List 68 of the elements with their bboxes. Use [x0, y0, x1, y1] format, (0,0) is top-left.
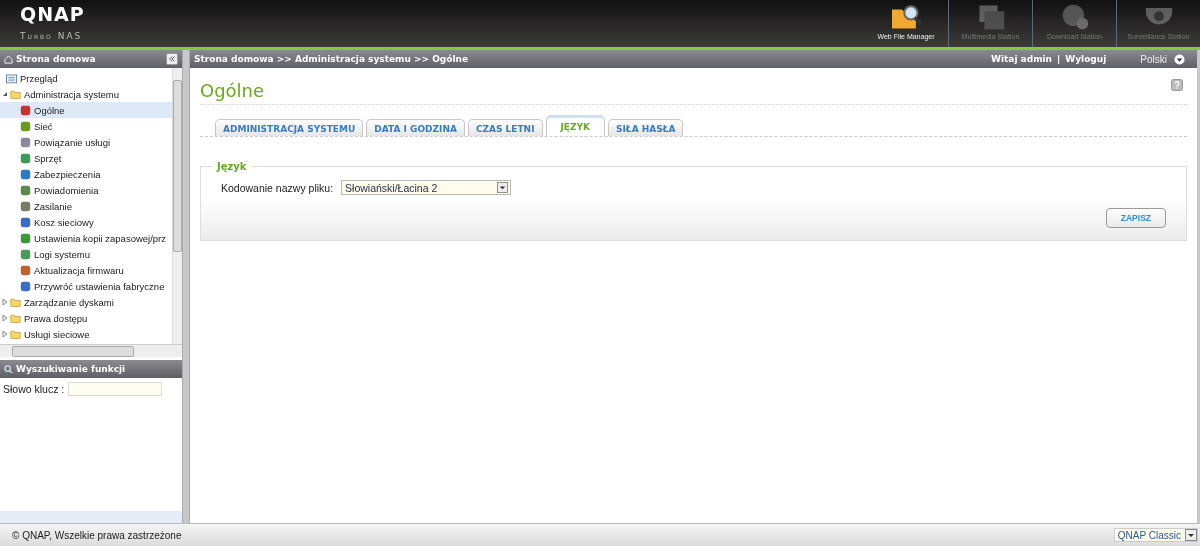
folder-magnifier-icon [889, 3, 923, 31]
expanded-triangle-icon [2, 91, 8, 97]
horizontal-scrollbar[interactable] [0, 345, 182, 357]
tab[interactable]: CZAS LETNI [467, 119, 543, 136]
double-chevron-icon [168, 55, 176, 63]
tree-item[interactable]: Prawa dostępu [0, 310, 172, 326]
copyright-text: © QNAP, Wszelkie prawa zastrzeżone [12, 529, 182, 541]
breadcrumb: Strona domowa >> Administracja systemu >> Ogólne [194, 54, 469, 64]
house-icon [4, 54, 13, 64]
settings-tile-icon [20, 120, 31, 132]
tree-item[interactable]: Ustawienia kopii zapasowej/prz [0, 230, 172, 246]
tab[interactable]: ADMINISTRACJA SYSTEMU [215, 119, 364, 136]
settings-tile-icon [20, 280, 31, 292]
tree-item[interactable]: Zabezpieczenia [0, 166, 172, 182]
help-icon [1171, 78, 1183, 91]
collapsed-triangle-icon [2, 315, 8, 321]
tree-item[interactable]: Zarządzanie dyskami [0, 294, 172, 310]
tree-item[interactable]: Przegląd [0, 70, 172, 86]
collapsed-triangle-icon [2, 299, 8, 305]
logo-text: QNAP [20, 3, 85, 25]
sidebar-title: Strona domowa [16, 54, 96, 64]
settings-tile-icon [20, 168, 31, 180]
folder-icon [10, 312, 21, 324]
settings-tile-icon [20, 232, 31, 244]
keyword-label: Słowo klucz : [3, 383, 65, 395]
search-icon [4, 364, 13, 374]
search-panel-title: Wyszukiwanie funkcji [16, 364, 126, 374]
settings-tile-icon [20, 264, 31, 276]
collapsed-triangle-icon [2, 331, 8, 337]
tree-item[interactable]: Powiązanie usługi [0, 134, 172, 150]
tree-item[interactable]: Usługi sieciowe [0, 326, 172, 342]
page-title: Ogólne [200, 78, 265, 101]
tree-item[interactable]: Ogólne [0, 102, 172, 118]
list-window-icon [6, 72, 17, 84]
tree-item[interactable]: Sieć [0, 118, 172, 134]
settings-tile-icon [20, 216, 31, 228]
settings-tile-icon [20, 104, 31, 116]
settings-tile-icon [20, 200, 31, 212]
help-button[interactable] [1171, 78, 1183, 94]
language-selector[interactable]: Polski [1140, 53, 1193, 65]
field-label: Kodowanie nazwy pliku: [221, 181, 334, 194]
welcome-text: Witaj admin [991, 54, 1052, 64]
folder-icon [10, 88, 21, 100]
separator: | [1056, 54, 1062, 64]
tree-item[interactable]: Kosz sieciowy [0, 214, 172, 230]
settings-tile-icon [20, 136, 31, 148]
product-name: Turbo NAS [20, 31, 84, 41]
tree-item[interactable]: Sprzęt [0, 150, 172, 166]
settings-tile-icon [20, 184, 31, 196]
tree-item[interactable]: Aktualizacja firmwaru [0, 262, 172, 278]
folder-icon [10, 296, 21, 308]
collapse-button[interactable] [166, 53, 178, 65]
tree-item[interactable]: Przywróć ustawienia fabryczne [0, 278, 172, 294]
tree-item[interactable]: Logi systemu [0, 246, 172, 262]
folder-icon [10, 328, 21, 340]
settings-tile-icon [20, 248, 31, 260]
theme-selector[interactable]: QNAP Classic [1113, 528, 1198, 542]
tree-item[interactable]: Powiadomienia [0, 182, 172, 198]
logout-link[interactable]: Wyloguj [1065, 54, 1107, 64]
tree-item[interactable]: Administracja systemu [0, 86, 172, 102]
tree-item[interactable]: Zasilanie [0, 198, 172, 214]
settings-tile-icon [20, 152, 31, 164]
tab[interactable]: SIŁA HASŁA [608, 119, 684, 136]
keyword-field[interactable] [68, 382, 163, 396]
section-legend: Język [213, 161, 251, 172]
encoding-dropdown[interactable]: Słowiański/Łacina 2 [341, 180, 512, 195]
vertical-scrollbar[interactable] [172, 68, 182, 344]
tab[interactable]: DATA I GODZINA [366, 119, 465, 136]
